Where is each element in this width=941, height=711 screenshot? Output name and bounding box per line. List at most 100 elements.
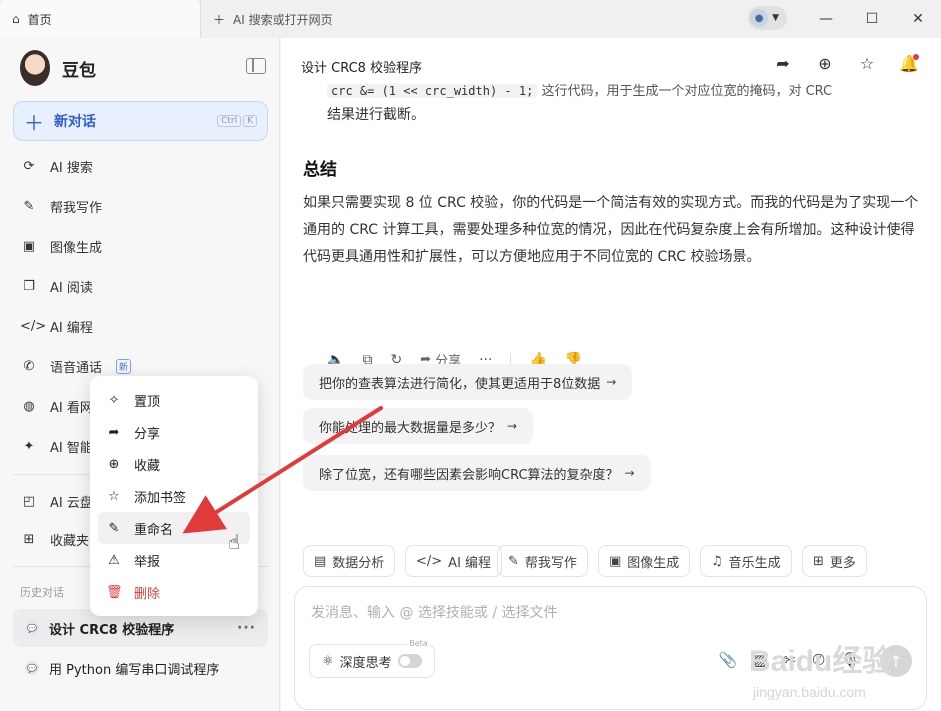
sidebar-item-writing[interactable]: ✎ 帮我写作 — [20, 194, 102, 218]
sidebar-item-cloud[interactable]: ◰ AI 云盘 — [20, 489, 93, 513]
arrow-right-icon: → — [507, 419, 518, 433]
doubao-avatar-icon — [20, 50, 50, 86]
menu-item-collect[interactable]: ⊕ 收藏 — [98, 448, 250, 480]
sidebar-item-label: AI 看网 — [50, 400, 93, 416]
menu-item-label: 收藏 — [134, 458, 161, 474]
page-title: 设计 CRC8 校验程序 — [301, 60, 423, 76]
suggestion-chip[interactable]: 把你的查表算法进行简化，使其更适用于8位数据 → — [303, 364, 633, 400]
arrow-up-icon: ↑ — [889, 651, 903, 671]
bell-icon[interactable]: 🔔 — [899, 54, 919, 74]
tool-label: 图像生成 — [627, 555, 680, 571]
title-bar: ⌂ 首页 ＋ AI 搜索或打开网页 ● ▼ — ☐ ✕ — [0, 0, 941, 38]
tool-label: AI 编程 — [448, 555, 492, 571]
tool-data-analysis[interactable]: ▤ 数据分析 — [303, 545, 396, 577]
sidebar-item-ai-search[interactable]: ⟳ AI 搜索 — [20, 154, 93, 178]
share-icon[interactable]: ➦ — [773, 54, 793, 74]
message-input[interactable] — [311, 605, 831, 621]
sidebar-item-reading[interactable]: ❐ AI 阅读 — [20, 274, 93, 298]
toggle-switch[interactable] — [397, 654, 422, 668]
new-chat-button[interactable]: ＋ 新对话 Ctrl K — [13, 101, 268, 141]
image-plus-icon: ▣ — [22, 238, 36, 254]
pen-sparkle-icon: ✎ — [508, 553, 519, 569]
menu-item-label: 删除 — [134, 586, 161, 602]
menu-item-pin[interactable]: ✧ 置顶 — [98, 384, 250, 416]
globe-icon: ◍ — [23, 398, 35, 414]
composer: ⚛ 深度思考 Beta 📎 ▨ ✂ ✆ 🎙 ↑ — [294, 586, 927, 710]
image-plus-icon: ▣ — [609, 553, 622, 569]
send-button[interactable]: ↑ — [880, 645, 912, 677]
close-button[interactable]: ✕ — [895, 0, 941, 38]
pen-sparkle-icon: ✎ — [23, 198, 35, 214]
menu-item-share[interactable]: ➦ 分享 — [98, 416, 250, 448]
tool-coding[interactable]: </> AI 编程 — [405, 545, 503, 577]
menu-item-delete[interactable]: 🗑 删除 — [98, 576, 250, 608]
deep-think-toggle[interactable]: ⚛ 深度思考 Beta — [309, 639, 435, 678]
arrow-right-icon: → — [624, 466, 635, 480]
main-panel: 设计 CRC8 校验程序 ➦ ⊕ ☆ 🔔 crc &= (1 << crc_wi… — [281, 38, 941, 711]
sidebar-item-agent[interactable]: ✦ AI 智能 — [20, 434, 93, 458]
tool-writing[interactable]: ✎ 帮我写作 — [497, 545, 588, 577]
hand-cursor-icon: ☝ — [228, 530, 241, 554]
new-chat-label: 新对话 — [54, 114, 96, 130]
trash-icon: 🗑 — [106, 584, 123, 600]
suggestion-text: 把你的查表算法进行简化，使其更适用于8位数据 — [319, 376, 601, 392]
cloud-drive-icon: ◰ — [22, 493, 36, 509]
brand-name: 豆包 — [62, 60, 96, 81]
sidebar-item-web[interactable]: ◍ AI 看网 — [20, 394, 93, 418]
code-icon: </> — [20, 318, 47, 334]
sparkle-icon: ✦ — [23, 438, 35, 454]
sidebar-item-label: 帮我写作 — [50, 200, 103, 216]
tool-label: 帮我写作 — [524, 555, 577, 571]
phone-icon: ✆ — [23, 358, 35, 374]
bookmark-add-icon: ⊞ — [23, 531, 35, 547]
deep-think-label: 深度思考 — [339, 655, 392, 671]
star-icon[interactable]: ☆ — [857, 54, 877, 74]
history-item-python[interactable]: 💬 用 Python 编写串口调试程序 — [13, 649, 268, 687]
shortcut-hint: Ctrl K — [217, 115, 257, 127]
music-icon: ♫ — [711, 553, 723, 569]
sidebar-item-label: AI 智能 — [50, 440, 93, 456]
menu-item-bookmark[interactable]: ☆ 添加书签 — [98, 480, 250, 512]
more-icon[interactable]: ··· — [237, 620, 256, 636]
sidebar-item-coding[interactable]: </> AI 编程 — [20, 314, 93, 338]
maximize-button[interactable]: ☐ — [849, 0, 895, 38]
sidebar-item-label: 图像生成 — [50, 240, 103, 256]
code-line-text: 这行代码，用于生成一个对应位宽的掩码，对 CRC — [541, 84, 833, 99]
user-menu[interactable]: ● ▼ — [748, 6, 787, 30]
collect-icon[interactable]: ⊕ — [815, 54, 835, 74]
scissors-icon[interactable]: ✂ — [784, 651, 797, 669]
tool-image[interactable]: ▣ 图像生成 — [598, 545, 691, 577]
attachment-icon[interactable]: 📎 — [719, 651, 738, 669]
tab-new-label: AI 搜索或打开网页 — [233, 12, 333, 27]
user-avatar-icon: ● — [750, 9, 769, 27]
menu-item-label: 置顶 — [134, 394, 161, 410]
arrow-right-icon: → — [606, 375, 617, 389]
chart-icon: ▤ — [314, 553, 327, 569]
tab-home[interactable]: ⌂ 首页 — [0, 0, 200, 38]
suggestion-chip[interactable]: 你能处理的最大数据量是多少？ → — [303, 408, 534, 444]
plus-icon: ＋ — [24, 110, 44, 135]
brand: 豆包 — [20, 50, 96, 86]
code-icon: </> — [416, 553, 443, 569]
tab-new[interactable]: ＋ AI 搜索或打开网页 — [200, 0, 400, 38]
plus-icon[interactable]: ＋ — [213, 11, 225, 28]
sidebar-item-label: AI 编程 — [50, 320, 93, 336]
summary-text: 如果只需要实现 8 位 CRC 校验，你的代码是一个简洁有效的实现方式。而我的代… — [303, 195, 919, 265]
image-upload-icon[interactable]: ▨ — [754, 651, 768, 669]
minimize-button[interactable]: — — [803, 0, 849, 38]
sidebar-item-favorites[interactable]: ⊞ 收藏夹 — [20, 527, 89, 551]
tool-music[interactable]: ♫ 音乐生成 — [700, 545, 792, 577]
code-line: crc &= (1 << crc_width) - 1; 这行代码，用于生成一个… — [327, 80, 832, 99]
sidebar-item-image[interactable]: ▣ 图像生成 — [20, 234, 102, 258]
sidebar-item-label: AI 搜索 — [50, 160, 93, 176]
microphone-icon[interactable]: 🎙 — [841, 651, 860, 669]
shortcut-key: K — [243, 115, 257, 127]
phone-icon[interactable]: ✆ — [812, 651, 825, 669]
history-item-title: 用 Python 编写串口调试程序 — [49, 662, 220, 678]
tool-more[interactable]: ⊞ 更多 — [802, 545, 867, 577]
shortcut-key: Ctrl — [217, 115, 242, 127]
sidebar-toggle-icon[interactable] — [246, 58, 266, 74]
notification-dot — [913, 54, 919, 60]
suggestion-chip[interactable]: 除了位宽，还有哪些因素会影响CRC算法的复杂度？ → — [303, 455, 651, 491]
sidebar-item-voice-call[interactable]: ✆ 语音通话 新 — [20, 354, 132, 378]
